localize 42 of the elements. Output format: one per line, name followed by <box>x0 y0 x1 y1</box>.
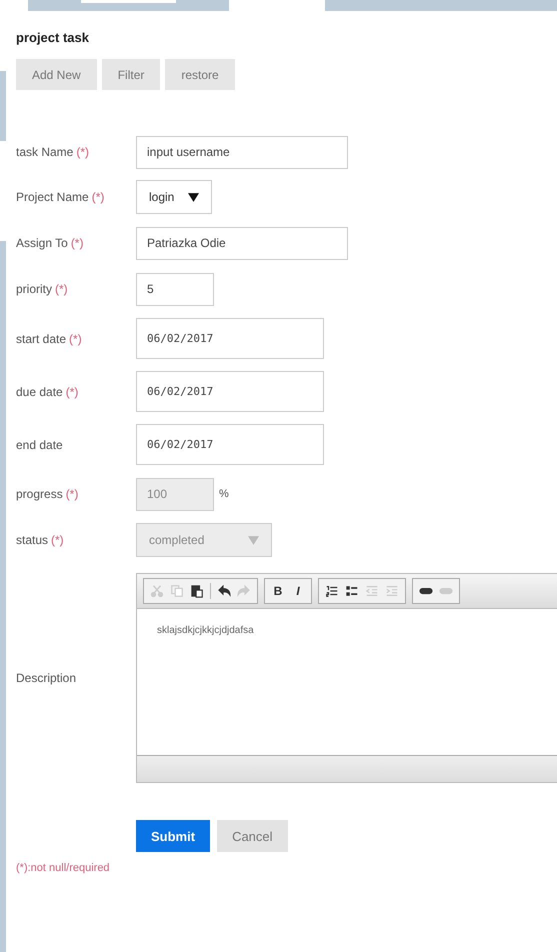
input-field[interactable]: 06/02/2017 <box>136 318 324 359</box>
format-button[interactable]: I <box>291 584 305 598</box>
toolbar-button[interactable]: restore <box>165 59 235 90</box>
field-label: due date <box>16 384 63 398</box>
caret-icon <box>188 192 200 202</box>
field-label: task Name <box>16 145 74 159</box>
field-label: progress <box>16 487 63 501</box>
required-mark: (*) <box>66 487 78 501</box>
required-mark: (*) <box>69 332 82 346</box>
required-mark: (*) <box>66 384 78 398</box>
required-mark: (*) <box>51 533 64 547</box>
input-field[interactable]: 06/02/2017 <box>136 424 324 465</box>
page-title: project task <box>16 30 90 45</box>
field-label: priority <box>16 282 52 296</box>
input-field[interactable]: 06/02/2017 <box>136 371 324 412</box>
caret-icon <box>248 536 259 544</box>
unit-label: % <box>219 488 229 500</box>
required-mark: (*) <box>92 190 104 204</box>
paste-icon[interactable] <box>190 584 204 598</box>
undo-icon[interactable] <box>217 584 231 598</box>
required-mark: (*) <box>76 145 90 159</box>
required-mark: (*) <box>55 282 68 296</box>
numbered-list-icon[interactable] <box>325 584 339 598</box>
field-label: Assign To <box>16 236 68 250</box>
bullet-list-icon[interactable] <box>345 584 359 598</box>
input-field[interactable]: 5 <box>136 272 214 306</box>
rich-text-editor[interactable]: B I sklajsdkjcjkkjcjdjdafsa <box>136 573 557 783</box>
submit-button[interactable]: Submit <box>136 820 210 852</box>
field-label: start date <box>16 332 66 346</box>
field-label: end date <box>16 438 63 452</box>
input-field[interactable]: Patriazka Odie <box>136 226 348 260</box>
select-field[interactable]: login <box>136 180 212 214</box>
description-text: sklajsdkjcjkkjcjdjdafsa <box>157 625 254 636</box>
format-button[interactable]: B <box>271 584 285 598</box>
field-label: Description <box>16 671 76 685</box>
footnote: (*):not null/required <box>16 862 111 874</box>
toolbar-button[interactable]: Add New <box>16 59 97 90</box>
field-label: status <box>16 533 48 547</box>
required-mark: (*) <box>70 236 84 250</box>
field-label: Project Name <box>16 190 89 204</box>
input-field[interactable]: input username <box>136 136 348 168</box>
toolbar-button[interactable]: Filter <box>102 59 160 90</box>
